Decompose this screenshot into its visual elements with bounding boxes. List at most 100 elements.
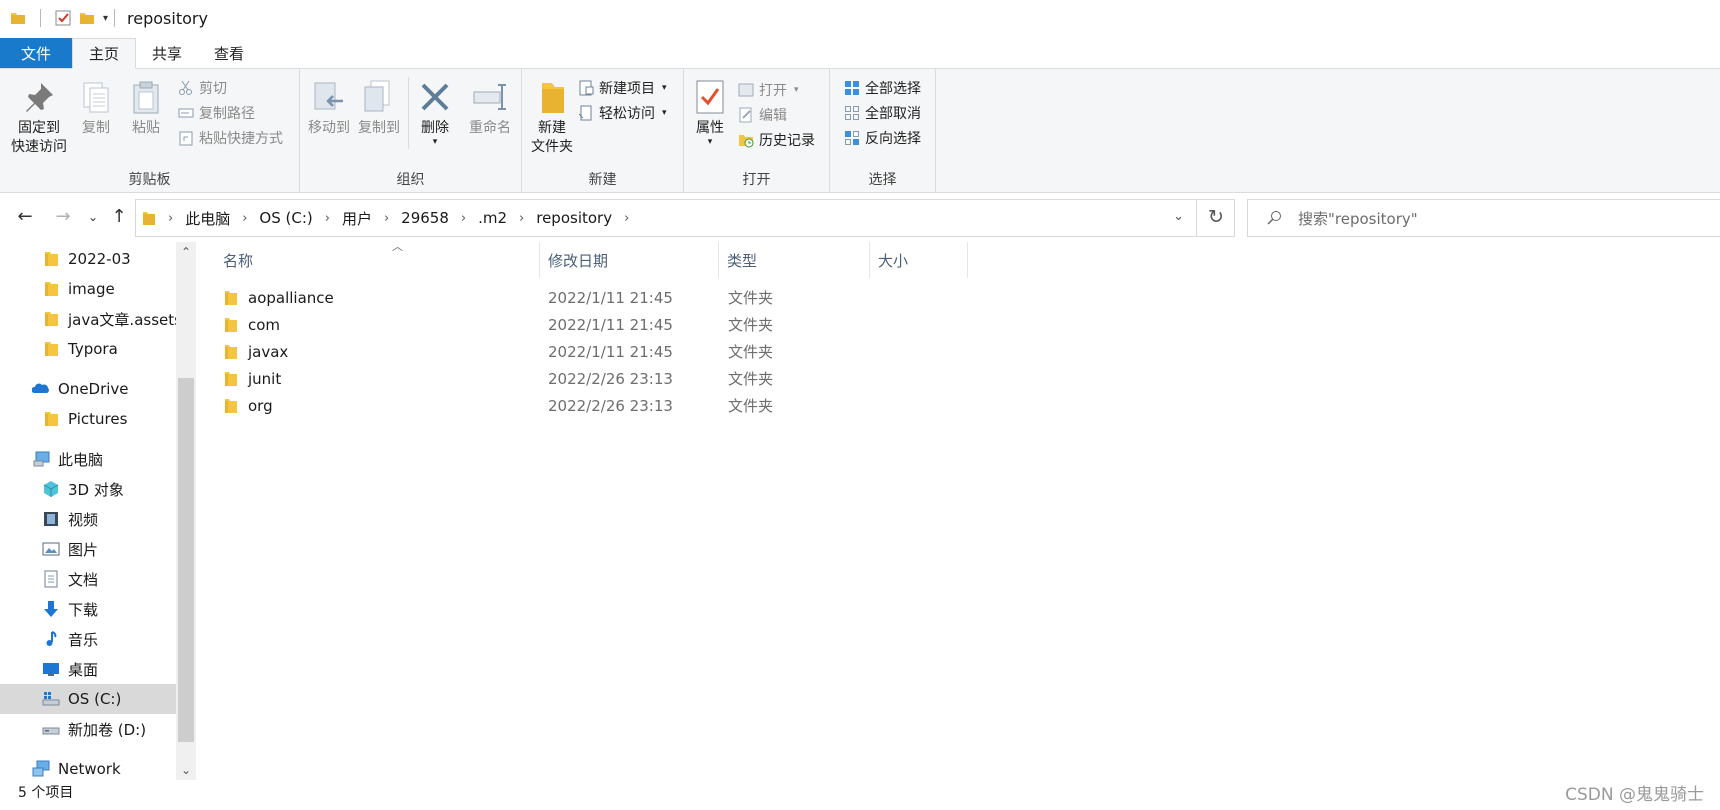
- history-button[interactable]: 历史记录: [738, 129, 815, 151]
- chevron-down-icon[interactable]: ⌄: [1173, 209, 1184, 224]
- nav-item-selected[interactable]: OS (C:): [0, 684, 176, 714]
- nav-item[interactable]: 音乐: [0, 624, 176, 654]
- copy-to-button[interactable]: 复制到: [356, 75, 402, 138]
- file-name: aopalliance: [248, 288, 334, 307]
- nav-item-onedrive[interactable]: OneDrive: [0, 374, 176, 404]
- breadcrumb-item[interactable]: 此电脑 ›: [185, 208, 259, 229]
- tab-file[interactable]: 文件: [0, 38, 72, 68]
- nav-item[interactable]: image: [0, 274, 176, 304]
- breadcrumb-item[interactable]: .m2 ›: [478, 209, 536, 227]
- nav-item[interactable]: 下载: [0, 594, 176, 624]
- file-row[interactable]: aopalliance 2022/1/11 21:45 文件夹: [224, 284, 844, 311]
- column-header-size[interactable]: 大小: [871, 242, 968, 278]
- invert-selection-label: 反向选择: [865, 131, 921, 147]
- select-none-button[interactable]: 全部取消: [844, 102, 921, 124]
- nav-item[interactable]: Pictures: [0, 404, 176, 434]
- nav-item[interactable]: 视频: [0, 504, 176, 534]
- nav-item-label: Network: [58, 760, 121, 778]
- breadcrumb-item[interactable]: OS (C:) ›: [259, 209, 342, 227]
- nav-item-label: OneDrive: [58, 380, 129, 398]
- scissors-icon: [179, 80, 192, 95]
- organize-group-label: 组织: [396, 172, 425, 188]
- up-button[interactable]: ↑: [108, 206, 130, 228]
- folder-icon: [225, 290, 237, 305]
- new-item-button[interactable]: 新建项目 ▾: [578, 77, 667, 99]
- pictures-icon: [42, 542, 60, 556]
- chevron-up-icon[interactable]: ⌃: [176, 242, 196, 262]
- edit-button[interactable]: 编辑: [738, 104, 787, 126]
- file-row[interactable]: junit 2022/2/26 23:13 文件夹: [224, 365, 844, 392]
- paste-shortcut-button[interactable]: 粘贴快捷方式: [178, 127, 283, 149]
- properties-button[interactable]: 属性 ▾: [688, 75, 732, 147]
- cut-button[interactable]: 剪切: [178, 77, 227, 99]
- tab-share[interactable]: 共享: [136, 38, 198, 68]
- copy-icon: [83, 82, 109, 113]
- easy-access-button[interactable]: 轻松访问 ▾: [578, 102, 667, 124]
- nav-item-network[interactable]: Network: [0, 754, 176, 784]
- column-header-name[interactable]: 名称 ︿: [216, 240, 540, 278]
- address-bar[interactable]: › 此电脑 › OS (C:) › 用户 › 29658 › .m2 › reposito…: [135, 199, 1235, 237]
- refresh-button[interactable]: ↻: [1196, 199, 1235, 237]
- tab-home[interactable]: 主页: [72, 38, 137, 69]
- onedrive-icon: [32, 383, 49, 393]
- breadcrumb-item[interactable]: 29658 ›: [401, 209, 478, 227]
- column-header-date[interactable]: 修改日期: [541, 242, 719, 278]
- address-row: ← → ⌄ ↑ › 此电脑 › OS (C:) › 用户 › 29658 › .m2 › …: [0, 198, 1720, 238]
- nav-item-label: Pictures: [68, 410, 128, 428]
- clipboard-group-label: 剪贴板: [128, 172, 171, 188]
- file-row[interactable]: javax 2022/1/11 21:45 文件夹: [224, 338, 844, 365]
- scrollbar-thumb[interactable]: [178, 378, 194, 742]
- breadcrumb-item[interactable]: 用户 ›: [342, 208, 401, 229]
- column-header-label: 修改日期: [548, 251, 609, 270]
- new-folder-button[interactable]: 新建 文件夹: [526, 75, 578, 157]
- copy-path-button[interactable]: 复制路径: [178, 102, 255, 124]
- nav-item-this-pc[interactable]: 此电脑: [0, 444, 176, 474]
- chevron-down-icon[interactable]: ⌄: [176, 760, 196, 780]
- nav-item[interactable]: 文档: [0, 564, 176, 594]
- new-folder-icon[interactable]: [79, 10, 95, 26]
- edit-label: 编辑: [759, 108, 787, 124]
- nav-item-label: java文章.assets: [68, 310, 176, 329]
- nav-item[interactable]: 新加卷 (D:): [0, 714, 176, 744]
- file-row[interactable]: com 2022/1/11 21:45 文件夹: [224, 311, 844, 338]
- folder-icon: [45, 342, 58, 356]
- nav-item[interactable]: 图片: [0, 534, 176, 564]
- breadcrumb-label: repository: [536, 209, 613, 227]
- nav-item-label: 文档: [68, 570, 99, 589]
- nav-item[interactable]: java文章.assets: [0, 304, 176, 334]
- properties-icon[interactable]: [55, 10, 71, 26]
- delete-button[interactable]: 删除 ▾: [412, 75, 458, 147]
- tab-view[interactable]: 查看: [198, 38, 260, 68]
- nav-item-label: 桌面: [68, 660, 99, 679]
- move-to-button[interactable]: 移动到: [306, 75, 352, 138]
- forward-button[interactable]: →: [52, 206, 74, 228]
- nav-scrollbar[interactable]: ⌃ ⌄: [176, 242, 196, 780]
- select-group: 全部选择 全部取消 反向选择 选择: [830, 69, 936, 193]
- recent-locations-dropdown[interactable]: ⌄: [82, 206, 104, 228]
- pin-to-quick-access-button[interactable]: 固定到 快速访问: [6, 75, 72, 157]
- nav-item[interactable]: 桌面: [0, 654, 176, 684]
- back-button[interactable]: ←: [14, 206, 36, 228]
- new-item-icon: [579, 80, 594, 96]
- breadcrumb-chevron[interactable]: ›: [156, 211, 185, 226]
- nav-item[interactable]: Typora: [0, 334, 176, 364]
- divider: [408, 77, 409, 149]
- file-row[interactable]: org 2022/2/26 23:13 文件夹: [224, 392, 844, 419]
- file-name: org: [248, 396, 273, 415]
- nav-item[interactable]: 3D 对象: [0, 474, 176, 504]
- search-input[interactable]: 搜索"repository": [1247, 199, 1720, 237]
- column-header-label: 名称: [223, 251, 254, 270]
- nav-item-label: image: [68, 280, 115, 298]
- customize-qa-dropdown[interactable]: ▾: [103, 13, 108, 24]
- invert-selection-button[interactable]: 反向选择: [844, 127, 921, 149]
- paste-button[interactable]: 粘贴: [126, 75, 166, 138]
- folder-icon: [225, 398, 237, 413]
- copy-button[interactable]: 复制: [76, 75, 116, 138]
- rename-button[interactable]: 重命名: [464, 75, 516, 138]
- file-type: 文件夹: [728, 397, 774, 415]
- breadcrumb-item[interactable]: repository ›: [536, 209, 641, 227]
- column-header-type[interactable]: 类型: [720, 242, 870, 278]
- open-button[interactable]: 打开 ▾: [738, 79, 799, 101]
- nav-item[interactable]: 2022-03: [0, 244, 176, 274]
- select-all-button[interactable]: 全部选择: [844, 77, 921, 99]
